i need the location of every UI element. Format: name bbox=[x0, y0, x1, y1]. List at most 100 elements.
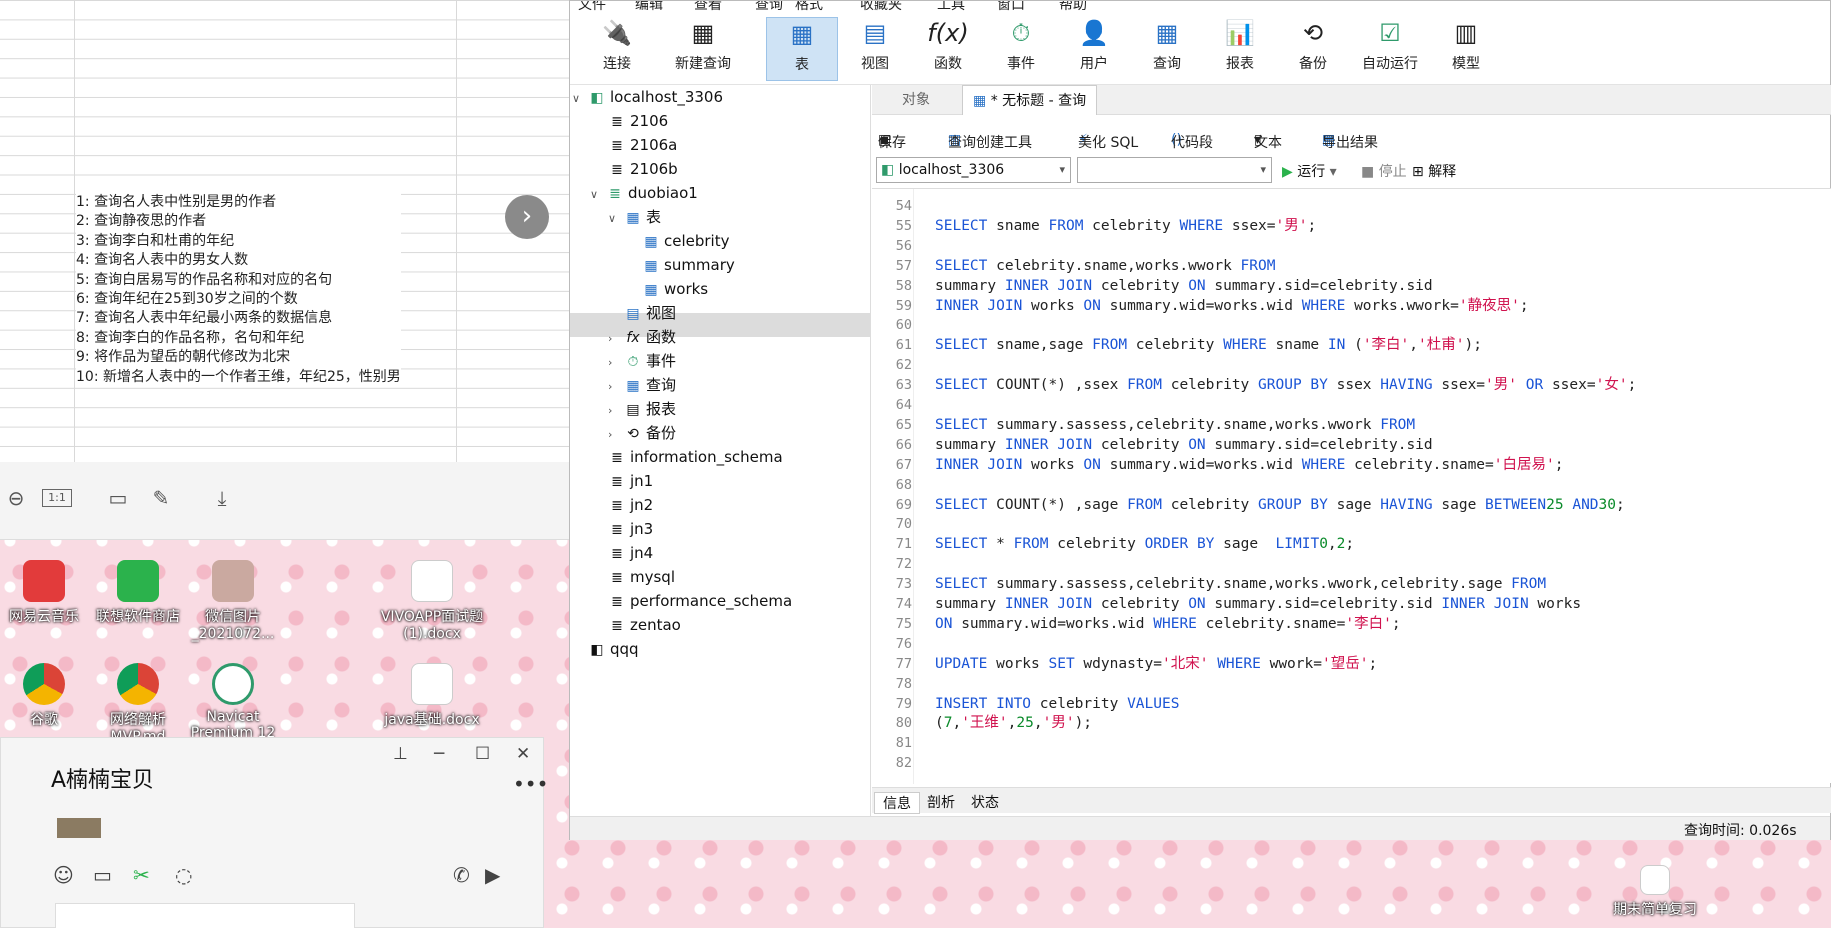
code-line[interactable]: summary INNER JOIN celebrity ON summary.… bbox=[935, 276, 1433, 296]
desktop-icon-chrome[interactable]: 谷歌 bbox=[0, 663, 94, 729]
code-line[interactable]: INNER JOIN works ON summary.wid=works.wi… bbox=[935, 455, 1563, 475]
desktop-icon-netease-music[interactable]: 网易云音乐 bbox=[0, 560, 94, 626]
tree-db[interactable]: ≣ information_schema bbox=[608, 445, 783, 469]
code-line[interactable]: INSERT INTO celebrity VALUES bbox=[935, 694, 1179, 714]
toolbar-backup[interactable]: ⟲ 备份 bbox=[1277, 17, 1349, 81]
close-icon[interactable]: ✕ bbox=[516, 744, 530, 764]
code-line[interactable]: SELECT COUNT(*) ,ssex FROM celebrity GRO… bbox=[935, 375, 1636, 395]
toolbar-connect[interactable]: 🔌 连接 bbox=[581, 17, 653, 81]
menu-file[interactable]: 文件 bbox=[578, 1, 606, 13]
code-line[interactable]: SELECT * FROM celebrity ORDER BY sage LI… bbox=[935, 534, 1354, 554]
tree-db[interactable]: ≣ jn1 bbox=[608, 469, 653, 493]
desktop-icon-java-doc[interactable]: java基础.docx bbox=[372, 663, 492, 729]
next-page-button[interactable]: › bbox=[505, 195, 549, 239]
code-line[interactable]: SELECT sname FROM celebrity WHERE ssex='… bbox=[935, 216, 1316, 236]
minimize-icon[interactable]: ─ bbox=[434, 744, 444, 764]
connection-select[interactable]: ◧ localhost_3306 ▾ bbox=[876, 157, 1071, 183]
chevron-right-icon[interactable]: › bbox=[608, 399, 624, 423]
tab-objects[interactable]: 对象 bbox=[892, 85, 940, 115]
menu-favorites[interactable]: 收藏夹 bbox=[860, 1, 902, 13]
toolbar-table[interactable]: ▦ 表 bbox=[766, 17, 838, 81]
actual-size-button[interactable]: 1:1 bbox=[42, 489, 72, 507]
download-icon[interactable]: ⤓ bbox=[208, 484, 236, 512]
tree-db[interactable]: ≣ jn2 bbox=[608, 493, 653, 517]
code-line[interactable]: INNER JOIN works ON summary.wid=works.wi… bbox=[935, 296, 1529, 316]
tree-functions[interactable]: › fx 函数 bbox=[608, 325, 676, 349]
more-options-icon[interactable]: ••• bbox=[513, 772, 548, 796]
tree-db[interactable]: ≣ jn3 bbox=[608, 517, 653, 541]
tree-db[interactable]: ≣ 2106 bbox=[608, 109, 668, 133]
tab-status[interactable]: 状态 bbox=[963, 792, 1007, 812]
maximize-icon[interactable]: ☐ bbox=[475, 744, 490, 764]
tree-table[interactable]: ▦ celebrity bbox=[642, 229, 729, 253]
desktop-icon-navicat[interactable]: Navicat Premium 12 bbox=[183, 663, 283, 741]
tab-profile[interactable]: 剖析 bbox=[919, 792, 963, 812]
toolbar-report[interactable]: 📊 报表 bbox=[1204, 17, 1276, 81]
stop-button[interactable]: ■ 停止 bbox=[1361, 161, 1407, 181]
folder-icon[interactable]: ▭ bbox=[93, 863, 112, 887]
tree-db[interactable]: ≣ mysql bbox=[608, 565, 675, 589]
toolbar-view[interactable]: ▤ 视图 bbox=[839, 17, 911, 81]
desktop-icon-vivo-doc[interactable]: VIVOAPP面试题(1).docx bbox=[372, 560, 492, 642]
code-line[interactable]: SELECT celebrity.sname,works.wwork FROM bbox=[935, 256, 1275, 276]
chat-image-thumbnail[interactable] bbox=[57, 818, 101, 838]
code-line[interactable]: SELECT COUNT(*) ,sage FROM celebrity GRO… bbox=[935, 495, 1625, 515]
chevron-right-icon[interactable]: › bbox=[608, 423, 624, 447]
menu-help[interactable]: 帮助 bbox=[1059, 1, 1087, 13]
toolbar-user[interactable]: 👤 用户 bbox=[1058, 17, 1130, 81]
toolbar-query[interactable]: ▦ 查询 bbox=[1131, 17, 1203, 81]
zoom-out-icon[interactable]: ⊖ bbox=[2, 484, 30, 512]
chevron-right-icon[interactable]: › bbox=[608, 351, 624, 375]
chevron-down-icon[interactable]: ∨ bbox=[572, 87, 588, 111]
code-line[interactable]: SELECT summary.sassess,celebrity.sname,w… bbox=[935, 574, 1546, 594]
chevron-right-icon[interactable]: › bbox=[608, 375, 624, 399]
desktop-icon-lenovo-store[interactable]: 联想软件商店 bbox=[88, 560, 188, 626]
tree-backups[interactable]: › ⟲ 备份 bbox=[608, 421, 676, 445]
tree-connection[interactable]: ∨ ◧ localhost_3306 bbox=[572, 85, 723, 109]
screenshot-icon[interactable]: ✂ bbox=[133, 863, 150, 887]
toolbar-new-query[interactable]: ▦ 新建查询 bbox=[657, 17, 749, 81]
edit-icon[interactable]: ✎ bbox=[147, 484, 175, 512]
run-button[interactable]: ▶ 运行 ▾ bbox=[1282, 161, 1337, 181]
menu-query[interactable]: 查询 bbox=[755, 1, 783, 13]
explain-button[interactable]: ⊞ 解释 bbox=[1412, 161, 1456, 181]
tree-connection[interactable]: ◧ qqq bbox=[588, 637, 638, 661]
tab-query[interactable]: ▦ * 无标题 - 查询 bbox=[962, 85, 1098, 115]
code-line[interactable]: SELECT summary.sassess,celebrity.sname,w… bbox=[935, 415, 1415, 435]
code-line[interactable]: summary INNER JOIN celebrity ON summary.… bbox=[935, 594, 1581, 614]
toolbar-automation[interactable]: ☑ 自动运行 bbox=[1350, 17, 1430, 81]
tree-tables-folder[interactable]: ∨ ▦ 表 bbox=[608, 205, 661, 229]
tree-queries[interactable]: › ▦ 查询 bbox=[608, 373, 676, 397]
tree-db[interactable]: ≣ 2106b bbox=[608, 157, 678, 181]
tree-table[interactable]: ▦ works bbox=[642, 277, 708, 301]
sql-editor[interactable]: 54 55 56 57 58 59 60 61 62 63 64 65 66 67 68 69 70 71 72 73… bbox=[872, 188, 1831, 784]
menu-edit[interactable]: 编辑 bbox=[635, 1, 663, 13]
tree-events[interactable]: › ⏱ 事件 bbox=[608, 349, 676, 373]
tree-db-open[interactable]: ∨ ≣ duobiao1 bbox=[590, 181, 698, 205]
desktop-icon-network-md[interactable]: 网络解析MVP.md bbox=[88, 663, 188, 745]
tree-db[interactable]: ≣ performance_schema bbox=[608, 589, 792, 613]
tree-views[interactable]: ▤ 视图 bbox=[624, 301, 676, 325]
code-line[interactable]: SELECT sname,sage FROM celebrity WHERE s… bbox=[935, 335, 1482, 355]
code-line[interactable]: ON summary.wid=works.wid WHERE celebrity… bbox=[935, 614, 1401, 634]
menu-view[interactable]: 查看 bbox=[694, 1, 722, 13]
video-call-icon[interactable]: ▶ bbox=[485, 863, 500, 887]
chat-history-icon[interactable]: ◌ bbox=[175, 863, 192, 887]
chat-input-preview[interactable] bbox=[55, 903, 355, 928]
desktop-icon-final-review[interactable]: 期末简单复习 bbox=[1595, 865, 1715, 919]
menu-window[interactable]: 窗口 bbox=[997, 1, 1025, 13]
chevron-right-icon[interactable]: › bbox=[608, 327, 624, 351]
emoji-icon[interactable]: ☺ bbox=[53, 863, 74, 887]
pin-icon[interactable]: ⊥ bbox=[393, 744, 408, 764]
tab-info[interactable]: 信息 bbox=[874, 792, 920, 814]
code-line[interactable]: (7,'王维',25,'男'); bbox=[935, 713, 1092, 733]
menu-format[interactable]: 格式 bbox=[795, 1, 823, 13]
code-line[interactable]: summary INNER JOIN celebrity ON summary.… bbox=[935, 435, 1433, 455]
rotate-icon[interactable]: ▭ bbox=[104, 484, 132, 512]
code-line[interactable]: UPDATE works SET wdynasty='北宋' WHERE wwo… bbox=[935, 654, 1377, 674]
toolbar-model[interactable]: ▥ 模型 bbox=[1430, 17, 1502, 81]
chevron-down-icon[interactable]: ∨ bbox=[608, 207, 624, 231]
tree-db[interactable]: ≣ 2106a bbox=[608, 133, 677, 157]
tree-reports[interactable]: › ▤ 报表 bbox=[608, 397, 676, 421]
toolbar-event[interactable]: ⏱ 事件 bbox=[985, 17, 1057, 81]
